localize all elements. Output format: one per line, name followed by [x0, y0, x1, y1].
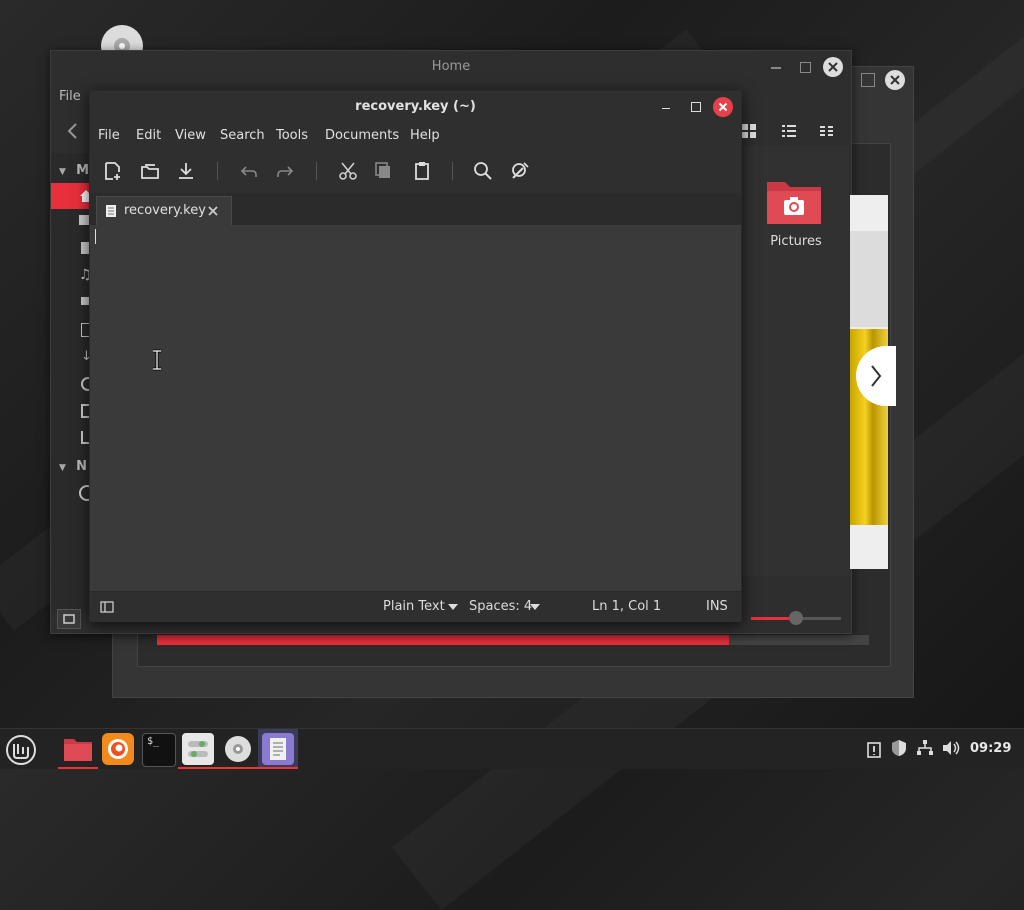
toolbar-separator — [452, 162, 453, 180]
fm-sidebar: ▼ M ♫ ↓ ▼ N — [51, 153, 95, 613]
settings-app-indicator — [178, 767, 218, 769]
fm-back-icon[interactable] — [65, 121, 81, 141]
paste-icon[interactable] — [410, 159, 434, 183]
toolbar-separator — [316, 162, 317, 180]
menu-file[interactable]: File — [98, 123, 120, 149]
menu-button[interactable] — [4, 733, 38, 767]
progress-bar — [157, 635, 729, 645]
back-window-close-button[interactable] — [885, 70, 905, 90]
file-manager-title: Home — [431, 59, 471, 74]
compact-view-icon[interactable] — [819, 123, 835, 139]
language-label: Plain Text — [383, 599, 445, 614]
insert-mode: INS — [706, 599, 728, 614]
editor-maximize-button[interactable] — [691, 102, 701, 112]
sidebar-item-desktop[interactable] — [79, 215, 89, 225]
disc-app-indicator — [218, 767, 258, 769]
grid-view-icon[interactable] — [741, 123, 757, 139]
menu-edit[interactable]: Edit — [136, 123, 161, 149]
files-app-icon[interactable] — [62, 733, 94, 765]
sidebar-section-label: M — [76, 163, 89, 178]
fm-menu-file[interactable]: File — [59, 89, 81, 104]
copy-icon[interactable] — [372, 159, 396, 183]
back-window-maximize-icon[interactable] — [861, 73, 875, 87]
editor-titlebar: recovery.key (~) — [90, 91, 741, 123]
sidebar-item-pictures[interactable] — [81, 297, 89, 305]
terminal-app-icon[interactable]: $_ — [142, 733, 176, 767]
clock[interactable]: 09:29 — [970, 729, 1011, 769]
volume-icon[interactable] — [941, 739, 961, 757]
editor-minimize-button[interactable] — [662, 108, 670, 109]
menu-search[interactable]: Search — [220, 123, 265, 149]
search-replace-icon[interactable] — [508, 159, 532, 183]
text-editor-app-indicator — [258, 767, 298, 769]
sidebar-item-home[interactable] — [51, 183, 92, 209]
list-view-icon[interactable] — [781, 123, 797, 139]
text-editor-app-icon[interactable] — [262, 733, 294, 765]
menu-help[interactable]: Help — [410, 123, 440, 149]
cursor-position: Ln 1, Col 1 — [592, 599, 662, 614]
document-tab-label: recovery.key — [124, 203, 206, 218]
mouse-ibeam-cursor-icon — [151, 349, 163, 371]
taskbar: $_ 09:29 — [0, 728, 1024, 769]
chevron-down-icon — [447, 603, 459, 611]
update-manager-icon[interactable] — [866, 740, 882, 758]
undo-icon[interactable] — [237, 159, 261, 183]
text-area[interactable] — [90, 225, 741, 591]
firefox-app-icon[interactable] — [102, 733, 134, 765]
menu-documents[interactable]: Documents — [325, 123, 399, 149]
editor-menubar: File Edit View Search Tools Documents He… — [90, 123, 741, 149]
settings-app-icon[interactable] — [182, 733, 214, 765]
fm-sidebar-toggle-icon[interactable] — [57, 609, 81, 629]
next-image-button[interactable] — [856, 346, 896, 406]
editor-statusbar: Plain Text Spaces: 4 Ln 1, Col 1 INS — [90, 591, 741, 622]
spaces-label: Spaces: 4 — [469, 599, 533, 614]
editor-title: recovery.key (~) — [355, 99, 476, 114]
side-panel-toggle-icon[interactable] — [100, 601, 114, 613]
pictures-folder[interactable]: Pictures — [751, 176, 841, 256]
open-document-icon[interactable] — [138, 159, 162, 183]
shield-icon[interactable] — [890, 739, 908, 757]
fm-content-area: Pictures — [741, 146, 849, 576]
folder-label: Pictures — [770, 234, 822, 249]
text-cursor — [95, 229, 96, 244]
folder-icon — [765, 176, 823, 226]
disc-app-icon[interactable] — [222, 733, 254, 765]
new-document-icon[interactable] — [101, 159, 125, 183]
files-app-indicator — [58, 767, 98, 769]
zoom-slider-fill — [751, 617, 791, 620]
sidebar-section-label: N — [76, 459, 87, 474]
chevron-down-icon — [529, 603, 541, 611]
sidebar-section-my-computer[interactable]: ▼ M — [59, 163, 89, 178]
save-icon[interactable] — [174, 159, 198, 183]
sidebar-item-documents[interactable] — [81, 242, 89, 254]
editor-tabbar: recovery.key — [90, 193, 741, 226]
fm-minimize-button[interactable] — [771, 67, 781, 69]
cut-icon[interactable] — [336, 159, 360, 183]
close-tab-icon[interactable] — [207, 205, 219, 217]
text-editor-window: recovery.key (~) File Edit View Search T… — [89, 90, 742, 622]
toolbar-separator — [217, 162, 218, 180]
editor-close-button[interactable] — [713, 97, 733, 117]
document-tab[interactable]: recovery.key — [96, 196, 232, 226]
network-icon[interactable] — [916, 739, 934, 757]
sidebar-section-network[interactable]: ▼ N — [59, 459, 87, 474]
redo-icon[interactable] — [273, 159, 297, 183]
menu-tools[interactable]: Tools — [276, 123, 308, 149]
search-icon[interactable] — [471, 159, 495, 183]
document-tab-icon — [105, 204, 117, 218]
fm-maximize-button[interactable] — [800, 62, 811, 73]
editor-toolbar — [90, 149, 741, 193]
fm-close-button[interactable] — [823, 57, 843, 77]
zoom-slider-handle[interactable] — [789, 611, 803, 625]
menu-view[interactable]: View — [175, 123, 206, 149]
